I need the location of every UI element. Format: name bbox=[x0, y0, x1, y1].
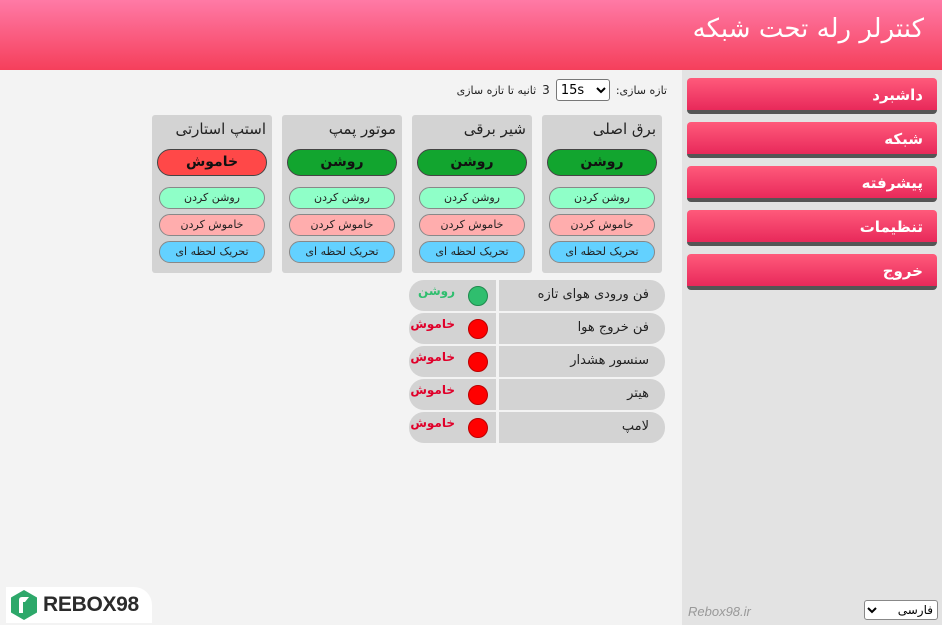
relay-card-start-stop: استپ استارتی خاموش روشن کردن خاموش کردن … bbox=[152, 115, 272, 273]
refresh-label: تازه سازی: bbox=[615, 83, 667, 97]
relay-status: خاموش bbox=[157, 149, 267, 176]
relay-pulse-button[interactable]: تحریک لحظه ای bbox=[419, 241, 525, 263]
header: کنترلر رله تحت شبکه bbox=[0, 0, 942, 70]
page-title: کنترلر رله تحت شبکه bbox=[692, 14, 924, 44]
relay-title: موتور پمپ bbox=[328, 120, 396, 138]
relay-pulse-button[interactable]: تحریک لحظه ای bbox=[549, 241, 655, 263]
status-led-icon bbox=[468, 286, 488, 306]
relay-off-button[interactable]: خاموش کردن bbox=[159, 214, 265, 236]
language-select[interactable]: فارسی bbox=[864, 600, 938, 620]
relay-on-button[interactable]: روشن کردن bbox=[419, 187, 525, 209]
relay-title: استپ استارتی bbox=[175, 120, 266, 138]
input-status: خاموش bbox=[410, 416, 455, 430]
brand-logo: REBOX98 bbox=[6, 587, 152, 623]
relay-off-button[interactable]: خاموش کردن bbox=[289, 214, 395, 236]
row-divider bbox=[496, 280, 499, 311]
input-row-exhaust-fan: فن خروج هوا خاموش bbox=[409, 313, 665, 344]
logo-mark-icon bbox=[11, 590, 37, 620]
status-led-icon bbox=[468, 319, 488, 339]
input-row-lamp: لامپ خاموش bbox=[409, 412, 665, 443]
sidebar-item-dashboard[interactable]: داشبرد bbox=[687, 78, 937, 114]
sidebar-item-settings[interactable]: تنظیمات bbox=[687, 210, 937, 246]
input-row-heater: هیتر خاموش bbox=[409, 379, 665, 410]
relay-pulse-button[interactable]: تحریک لحظه ای bbox=[159, 241, 265, 263]
sidebar: داشبرد شبکه پیشرفته تنظیمات خروج Rebox98… bbox=[682, 70, 942, 625]
relay-on-button[interactable]: روشن کردن bbox=[549, 187, 655, 209]
input-label: سنسور هشدار bbox=[570, 353, 649, 368]
relay-pulse-button[interactable]: تحریک لحظه ای bbox=[289, 241, 395, 263]
status-led-icon bbox=[468, 385, 488, 405]
sidebar-item-advanced[interactable]: پیشرفته bbox=[687, 166, 937, 202]
row-divider bbox=[496, 313, 499, 344]
relay-off-button[interactable]: خاموش کردن bbox=[419, 214, 525, 236]
refresh-countdown: 3 bbox=[542, 83, 550, 97]
relay-status: روشن bbox=[287, 149, 397, 176]
input-status: خاموش bbox=[410, 383, 455, 397]
relay-on-button[interactable]: روشن کردن bbox=[289, 187, 395, 209]
relay-on-button[interactable]: روشن کردن bbox=[159, 187, 265, 209]
input-row-fresh-air-fan: فن ورودی هوای تازه روشن bbox=[409, 280, 665, 311]
site-brand: Rebox98.ir bbox=[688, 604, 751, 619]
input-status: روشن bbox=[418, 284, 455, 298]
input-row-alarm-sensor: سنسور هشدار خاموش bbox=[409, 346, 665, 377]
relay-off-button[interactable]: خاموش کردن bbox=[549, 214, 655, 236]
sidebar-item-logout[interactable]: خروج bbox=[687, 254, 937, 290]
input-status: خاموش bbox=[410, 350, 455, 364]
relay-status: روشن bbox=[417, 149, 527, 176]
input-label: فن خروج هوا bbox=[577, 320, 649, 335]
relay-status: روشن bbox=[547, 149, 657, 176]
input-label: هیتر bbox=[627, 386, 649, 401]
input-label: فن ورودی هوای تازه bbox=[537, 287, 649, 302]
logo-text: REBOX98 bbox=[43, 593, 139, 616]
row-divider bbox=[496, 346, 499, 377]
relay-card-main-power: برق اصلی روشن روشن کردن خاموش کردن تحریک… bbox=[542, 115, 662, 273]
row-divider bbox=[496, 412, 499, 443]
input-status: خاموش bbox=[410, 317, 455, 331]
refresh-interval-select[interactable]: 15s bbox=[555, 79, 610, 101]
sidebar-item-network[interactable]: شبکه bbox=[687, 122, 937, 158]
relay-title: برق اصلی bbox=[592, 120, 656, 138]
relay-card-solenoid-valve: شیر برقی روشن روشن کردن خاموش کردن تحریک… bbox=[412, 115, 532, 273]
status-led-icon bbox=[468, 418, 488, 438]
status-led-icon bbox=[468, 352, 488, 372]
refresh-row: تازه سازی: 15s 3 ثانیه تا تازه سازی bbox=[457, 79, 667, 101]
input-label: لامپ bbox=[621, 419, 649, 434]
row-divider bbox=[496, 379, 499, 410]
relay-card-pump-motor: موتور پمپ روشن روشن کردن خاموش کردن تحری… bbox=[282, 115, 402, 273]
relay-title: شیر برقی bbox=[463, 120, 526, 138]
refresh-suffix: ثانیه تا تازه سازی bbox=[456, 83, 537, 97]
